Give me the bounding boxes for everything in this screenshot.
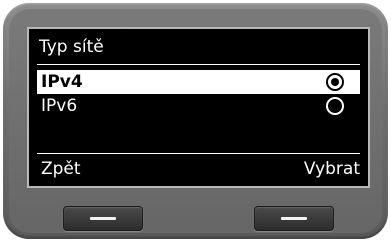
screen-title: Typ sítě <box>39 37 104 57</box>
option-ipv4[interactable]: IPv4 <box>37 70 360 94</box>
radio-unselected-icon[interactable] <box>326 97 344 115</box>
softkey-select-label[interactable]: Vybrat <box>304 158 360 180</box>
softkey-back-label[interactable]: Zpět <box>41 158 81 180</box>
left-softkey-button[interactable] <box>63 206 143 231</box>
device-bezel: Typ sítě IPv4 IPv6 Zpět Vybrat <box>3 3 388 239</box>
title-divider <box>37 64 360 65</box>
right-softkey-button[interactable] <box>254 206 334 231</box>
softkey-divider <box>37 153 360 154</box>
option-label: IPv6 <box>41 96 78 116</box>
option-label: IPv4 <box>41 72 83 92</box>
dash-icon <box>281 217 307 220</box>
dash-icon <box>90 217 116 220</box>
radio-dot <box>331 78 339 86</box>
radio-selected-icon[interactable] <box>326 73 344 91</box>
display-screen: Typ sítě IPv4 IPv6 Zpět Vybrat <box>27 27 370 188</box>
option-ipv6[interactable]: IPv6 <box>37 94 360 118</box>
